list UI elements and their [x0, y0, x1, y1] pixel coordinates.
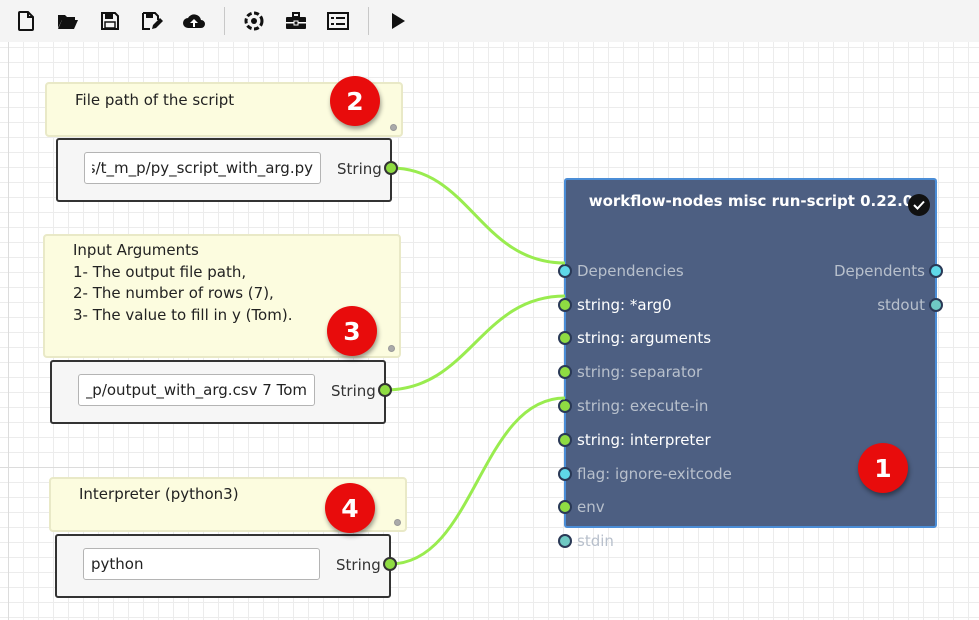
resize-handle[interactable]: [394, 519, 401, 526]
input-port-stdin[interactable]: [558, 534, 572, 548]
list-icon[interactable]: [326, 9, 350, 33]
wire-script-to-arg0: [390, 166, 566, 265]
input-label: string: separator: [577, 363, 703, 381]
input-port-dependencies[interactable]: [558, 264, 572, 278]
new-file-icon[interactable]: [14, 9, 38, 33]
run-icon[interactable]: [386, 9, 410, 33]
node-title: workflow-nodes misc run-script 0.22.0: [588, 192, 914, 210]
string-value-node-interpreter[interactable]: String: [55, 534, 391, 598]
type-label: String: [337, 160, 382, 178]
note-text: File path of the script: [75, 91, 235, 109]
toolbar-separator: [224, 7, 225, 35]
toolbar-separator: [368, 7, 369, 35]
input-label: string: arguments: [577, 329, 712, 347]
output-port-dependents[interactable]: [929, 264, 943, 278]
input-port-ignore-exitcode[interactable]: [558, 467, 572, 481]
input-label: string: execute-in: [577, 397, 709, 415]
badge-4: 4: [325, 483, 375, 533]
input-port-arg0[interactable]: [558, 298, 572, 312]
note-text: Input Arguments 1- The output file path,…: [73, 241, 293, 324]
input-label: stdin: [577, 532, 614, 550]
input-port-env[interactable]: [558, 500, 572, 514]
toolbar: [0, 0, 979, 42]
grid-line: [8, 42, 9, 620]
output-label: stdout: [877, 296, 925, 314]
input-label: env: [577, 498, 605, 516]
output-port[interactable]: [384, 161, 398, 175]
input-port-execute-in[interactable]: [558, 399, 572, 413]
input-port-interpreter[interactable]: [558, 433, 572, 447]
type-label: String: [331, 382, 376, 400]
output-port[interactable]: [378, 383, 392, 397]
input-label: string: *arg0: [577, 296, 672, 314]
string-value-node-arguments[interactable]: String: [50, 360, 386, 424]
input-label: string: interpreter: [577, 431, 711, 449]
interpreter-input[interactable]: [83, 548, 320, 580]
toolbox-icon[interactable]: [284, 9, 308, 33]
input-label: flag: ignore-exitcode: [577, 465, 732, 483]
output-port-stdout[interactable]: [929, 298, 943, 312]
input-port-separator[interactable]: [558, 365, 572, 379]
wire-interp-to-interpreter: [389, 396, 566, 566]
open-folder-icon[interactable]: [56, 9, 80, 33]
resize-handle[interactable]: [388, 345, 395, 352]
workflow-canvas[interactable]: File path of the script String 2 Input A…: [0, 42, 979, 620]
string-value-node-script[interactable]: String: [56, 138, 392, 202]
cloud-upload-icon[interactable]: [182, 9, 206, 33]
note-text: Interpreter (python3): [79, 485, 239, 503]
type-label: String: [336, 556, 381, 574]
input-label: Dependencies: [577, 262, 684, 280]
badge-1: 1: [858, 443, 908, 493]
check-circle-icon: [908, 194, 930, 216]
resize-handle[interactable]: [390, 124, 397, 131]
spinner-icon[interactable]: [242, 9, 266, 33]
output-label: Dependents: [834, 262, 925, 280]
wire-args-to-arguments: [384, 294, 566, 392]
save-as-icon[interactable]: [140, 9, 164, 33]
badge-3: 3: [327, 306, 377, 356]
input-port-arguments[interactable]: [558, 331, 572, 345]
output-port[interactable]: [383, 557, 397, 571]
badge-2: 2: [330, 76, 380, 126]
script-path-input[interactable]: [84, 152, 321, 184]
arguments-input[interactable]: [78, 374, 315, 406]
save-icon[interactable]: [98, 9, 122, 33]
